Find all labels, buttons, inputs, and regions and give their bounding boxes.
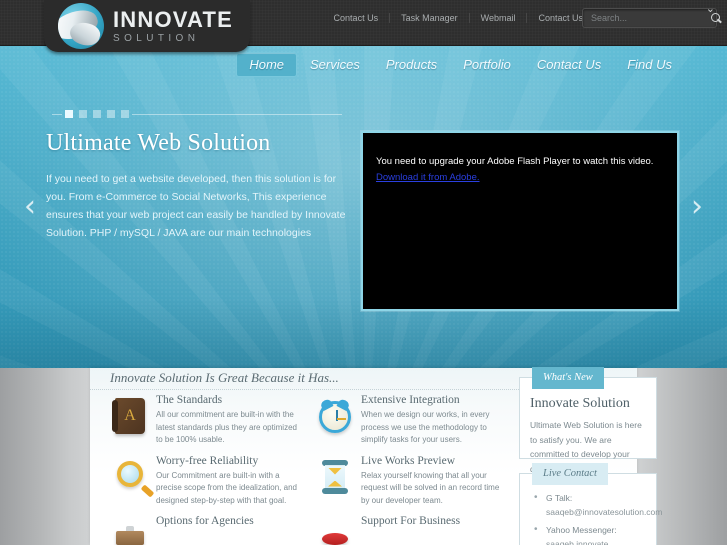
- slider-next-arrow-icon[interactable]: ›: [683, 188, 711, 226]
- contact-value[interactable]: saaqeb@innovatesolution.com: [546, 506, 662, 520]
- whats-new-box: What's New Innovate Solution Ultimate We…: [519, 367, 657, 474]
- slider-rule-left: [52, 113, 62, 115]
- slider-dot-3[interactable]: [93, 110, 101, 118]
- feature-title: The Standards: [156, 394, 223, 406]
- content-heading: Innovate Solution Is Great Because it Ha…: [110, 370, 339, 385]
- hero-text-block: Ultimate Web Solution If you need to get…: [46, 130, 346, 242]
- logo-wordmark: INNOVATE SOLUTION: [113, 6, 234, 44]
- search-box[interactable]: [582, 8, 720, 28]
- contact-label: G Talk:: [546, 493, 573, 503]
- slider-pagination[interactable]: [52, 110, 342, 118]
- swirl-globe-icon: [58, 3, 104, 49]
- feature-item: The Standards All our commitment are bui…: [104, 394, 309, 447]
- logo-name-line2: SOLUTION: [113, 32, 200, 44]
- magnifier-icon: [104, 455, 156, 508]
- hero-description: If you need to get a website developed, …: [46, 173, 346, 239]
- feature-item: Options for Agencies: [104, 515, 309, 545]
- video-player-frame[interactable]: You need to upgrade your Adobe Flash Pla…: [361, 131, 679, 311]
- toplink-webmail[interactable]: Webmail: [470, 13, 528, 23]
- logo-name-line1: INNOVATE: [113, 6, 234, 32]
- alarm-clock-icon: [309, 394, 361, 447]
- nav-item-services[interactable]: Services: [297, 52, 373, 77]
- main-navigation[interactable]: Home Services Products Portfolio Contact…: [236, 52, 685, 77]
- feature-item: Extensive Integration When we design our…: [309, 394, 514, 447]
- lifesaver-icon: [309, 515, 361, 545]
- nav-item-home[interactable]: Home: [236, 52, 298, 77]
- nav-item-find-us[interactable]: Find Us: [614, 52, 685, 77]
- video-player-surface[interactable]: You need to upgrade your Adobe Flash Pla…: [368, 138, 672, 309]
- contact-label: Yahoo Messenger:: [546, 525, 617, 535]
- feature-title: Worry-free Reliability: [156, 454, 259, 467]
- feature-description: When we design our works, in every proce…: [361, 410, 490, 444]
- feature-title: Extensive Integration: [361, 394, 460, 406]
- chevron-down-icon[interactable]: ⌄: [706, 4, 715, 15]
- toplink-task-manager[interactable]: Task Manager: [390, 13, 470, 23]
- feature-item: Live Works Preview Relax yourself knowin…: [309, 455, 514, 508]
- utility-links[interactable]: Contact Us Task Manager Webmail Contact …: [323, 13, 595, 23]
- slider-dot-5[interactable]: [121, 110, 129, 118]
- search-input[interactable]: [583, 13, 708, 23]
- feature-description: Relax yourself knowing that all your req…: [361, 470, 500, 505]
- clipboard-icon: [104, 515, 156, 545]
- whats-new-title: Innovate Solution: [530, 396, 630, 411]
- list-item: G Talk: saaqeb@innovatesolution.com: [534, 491, 662, 520]
- contact-value[interactable]: saaqeb.innovate, mamun.innovate: [546, 538, 656, 545]
- feature-description: Our Commitment are built-in with a preci…: [156, 470, 297, 505]
- live-contact-list: G Talk: saaqeb@innovatesolution.com Yaho…: [534, 491, 662, 545]
- live-contact-box: Live Contact G Talk: saaqeb@innovatesolu…: [519, 463, 662, 545]
- feature-item: Support For Business: [309, 515, 514, 545]
- toplink-contact-us-1[interactable]: Contact Us: [323, 13, 391, 23]
- features-grid: The Standards All our commitment are bui…: [104, 394, 514, 545]
- feature-description: All our commitment are built-in with the…: [156, 410, 297, 444]
- book-icon: [104, 394, 156, 447]
- slider-dot-2[interactable]: [79, 110, 87, 118]
- nav-item-products[interactable]: Products: [373, 52, 450, 77]
- site-logo[interactable]: INNOVATE SOLUTION: [44, 0, 250, 52]
- nav-item-contact-us[interactable]: Contact Us: [524, 52, 614, 77]
- list-item: Yahoo Messenger: saaqeb.innovate, mamun.…: [534, 523, 656, 545]
- hourglass-icon: [309, 455, 361, 508]
- slider-rule-right: [132, 113, 342, 115]
- flash-upgrade-message: You need to upgrade your Adobe Flash Pla…: [368, 138, 672, 185]
- hero-title: Ultimate Web Solution: [46, 130, 271, 156]
- slider-prev-arrow-icon[interactable]: ‹: [16, 188, 44, 226]
- whats-new-tab-label: What's New: [532, 367, 604, 389]
- feature-title: Live Works Preview: [361, 454, 456, 467]
- nav-item-portfolio[interactable]: Portfolio: [450, 52, 524, 77]
- feature-title: Support For Business: [361, 515, 461, 527]
- slider-dot-4[interactable]: [107, 110, 115, 118]
- adobe-download-link[interactable]: Download it from Adobe.: [376, 170, 480, 185]
- slider-dot-1[interactable]: [65, 110, 73, 118]
- flash-message-text: You need to upgrade your Adobe Flash Pla…: [376, 156, 654, 167]
- feature-item: Worry-free Reliability Our Commitment ar…: [104, 455, 309, 508]
- page-root: Home Services Products Portfolio Contact…: [0, 0, 727, 545]
- feature-title: Options for Agencies: [156, 515, 254, 527]
- live-contact-tab-label: Live Contact: [532, 463, 608, 485]
